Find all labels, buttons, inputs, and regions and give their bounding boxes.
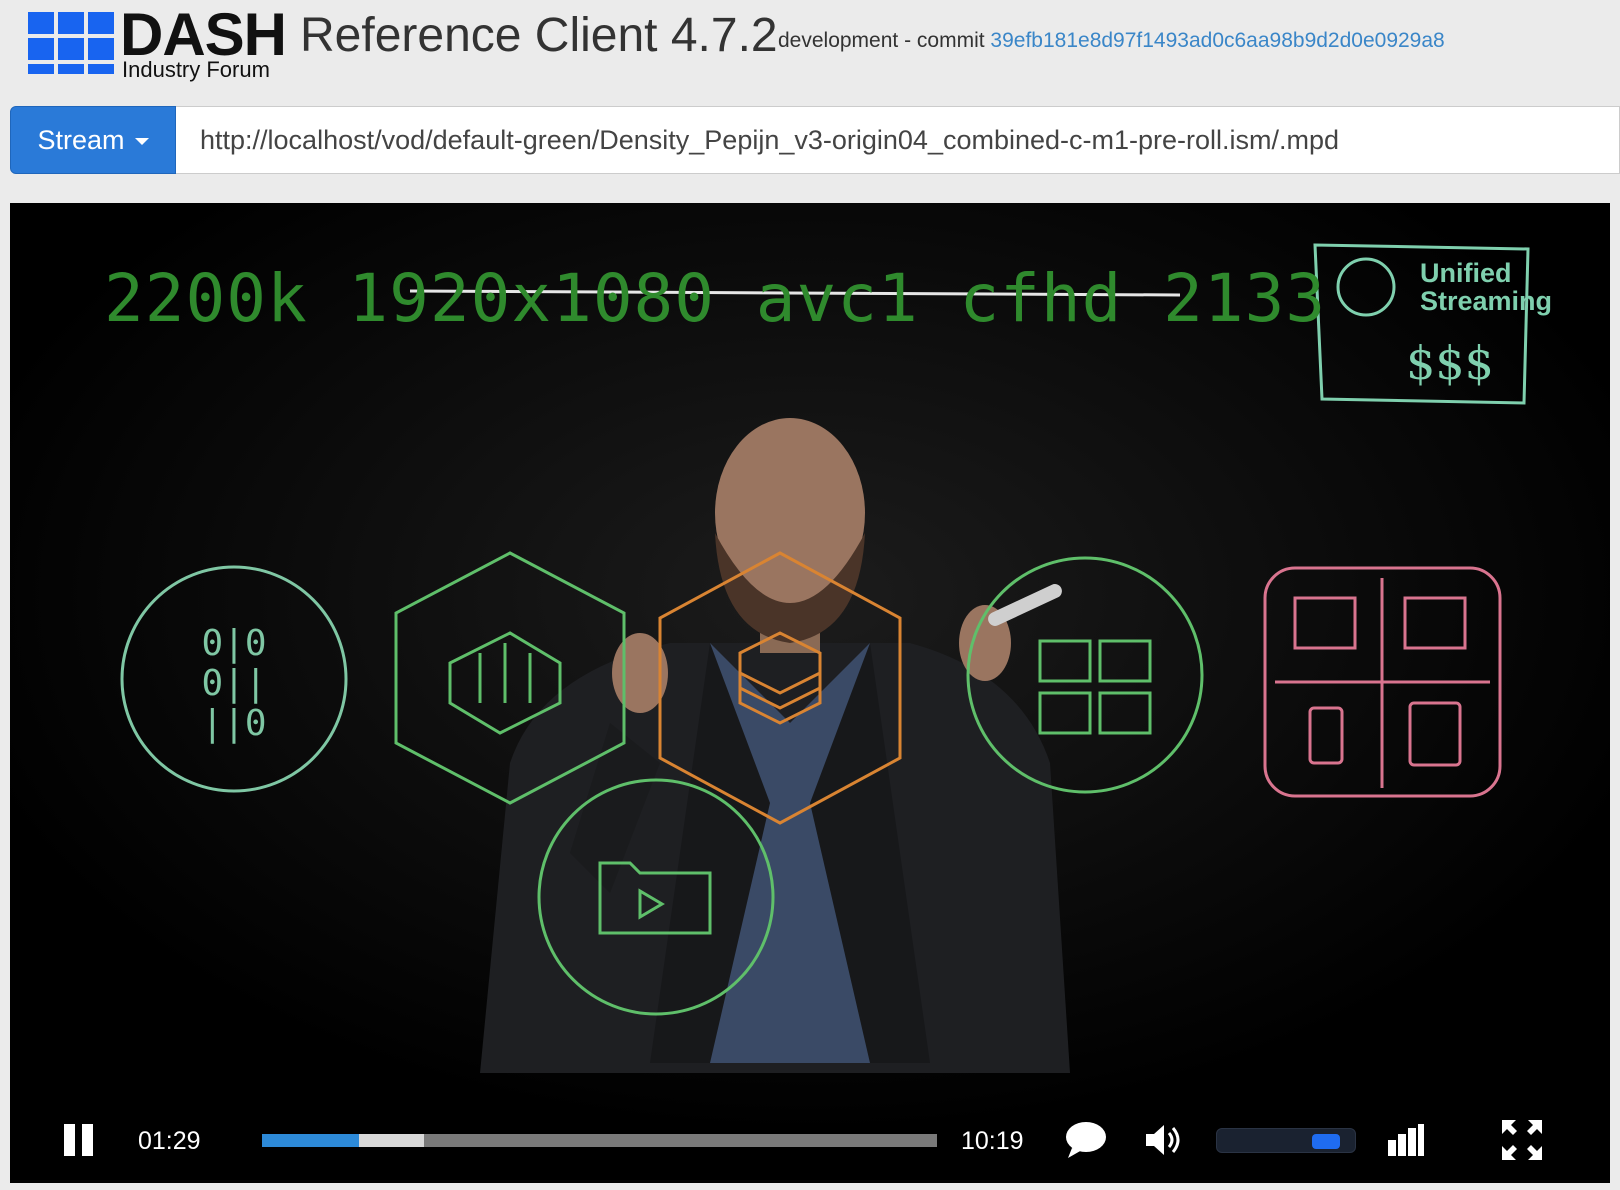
svg-text:0|0: 0|0 (201, 623, 266, 664)
logo-sub-text: Industry Forum (122, 57, 270, 82)
volume-handle[interactable] (1311, 1134, 1340, 1149)
seek-bar[interactable] (262, 1134, 937, 1147)
fullscreen-icon (1502, 1120, 1542, 1160)
stream-url-input[interactable] (176, 106, 1620, 174)
caret-down-icon (134, 138, 149, 145)
stream-bar: Stream (10, 106, 1620, 174)
current-time: 01:29 (138, 1127, 201, 1155)
duration-time: 10:19 (961, 1127, 1024, 1155)
logo-grid-icon (28, 12, 116, 76)
money-scribble: $$$ (1406, 336, 1494, 390)
fullscreen-button[interactable] (1500, 1118, 1544, 1162)
volume-slider[interactable] (1216, 1128, 1356, 1153)
watermark-line-2: Streaming (1420, 286, 1553, 316)
bitrate-button[interactable] (1386, 1122, 1426, 1158)
commit-link[interactable]: 39efb181e8d97f1493ad0c6aa98b9d2d0e0929a8 (990, 29, 1444, 52)
stream-button-label: Stream (37, 124, 125, 155)
captions-button[interactable] (1064, 1120, 1108, 1160)
video-player[interactable]: 0|0 0|| ||0 $$$ 2200k 1920x1080 avc1 cfh… (10, 203, 1610, 1183)
captions-icon (1066, 1122, 1106, 1158)
build-info: development - commit 39efb181e8d97f1493a… (778, 28, 1445, 54)
pause-button[interactable] (62, 1122, 96, 1158)
mute-button[interactable] (1144, 1120, 1184, 1160)
watermark-line-1: Unified (1420, 258, 1512, 288)
seek-played (262, 1134, 360, 1147)
pause-icon (64, 1124, 93, 1156)
dash-logo: DASH Industry Forum (28, 2, 287, 82)
page-title: Reference Client 4.7.2 (300, 9, 778, 62)
video-frame: 0|0 0|| ||0 $$$ (10, 203, 1610, 1183)
stream-dropdown-button[interactable]: Stream (10, 106, 176, 174)
bitrate-icon (1388, 1124, 1424, 1156)
unified-streaming-logo-text: Unified Streaming (1420, 259, 1552, 315)
volume-icon (1146, 1125, 1180, 1155)
svg-text:0||: 0|| (201, 663, 266, 704)
player-controls: 01:29 10:19 (10, 1088, 1610, 1183)
stream-info-overlay: 2200k 1920x1080 avc1 cfhd 2133 (104, 260, 1327, 337)
build-prefix: development - commit (778, 29, 985, 52)
svg-text:||0: ||0 (201, 703, 266, 744)
